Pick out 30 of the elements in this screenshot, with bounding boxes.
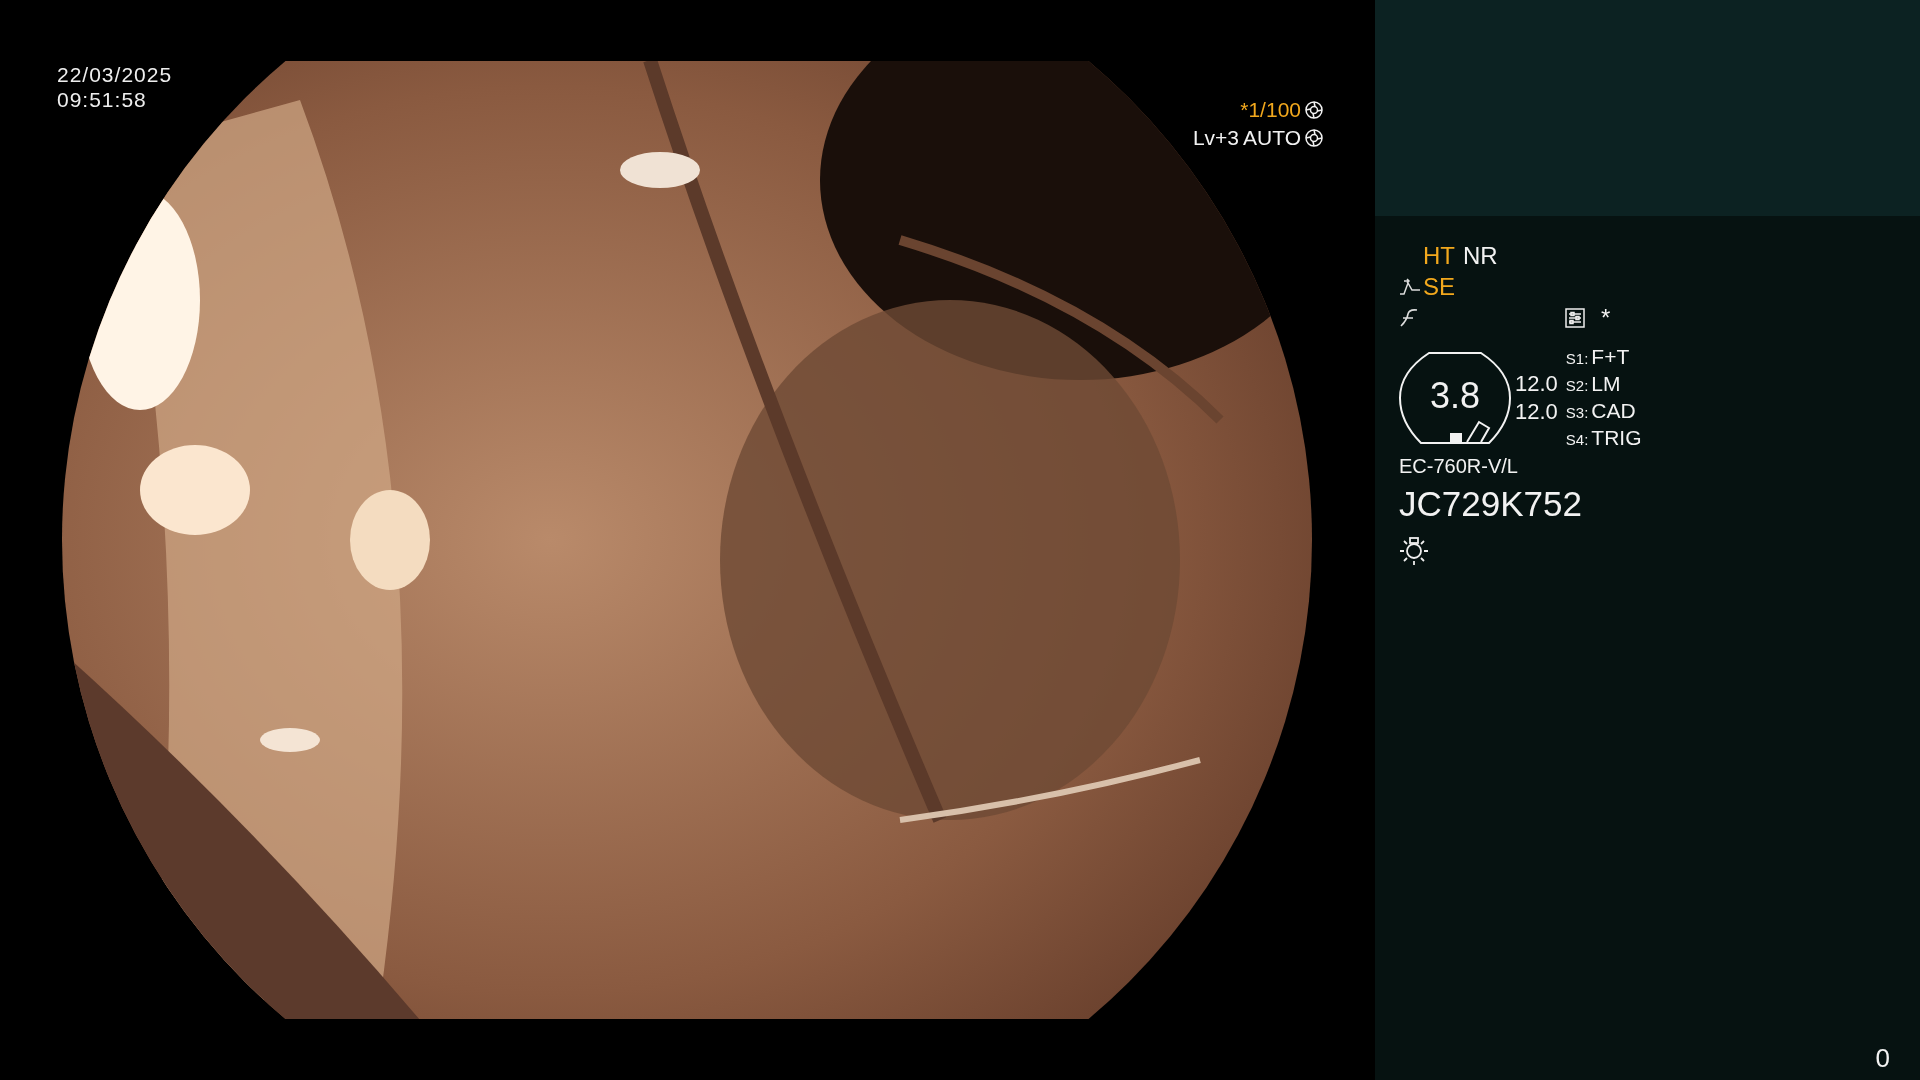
mode-label: NR: [1463, 241, 1498, 270]
filter-icon: [1399, 307, 1419, 328]
switch-value: TRIG: [1591, 426, 1642, 450]
shutter-icon: [1305, 101, 1323, 119]
time-text: 09:51:58: [57, 87, 148, 112]
switch-value: LM: [1591, 372, 1621, 396]
oval-gauge-icon: [1399, 352, 1511, 444]
counter-text: 0: [1875, 1043, 1890, 1074]
model-text: EC-760R-V/L: [1399, 455, 1518, 478]
mode-label: HT: [1423, 241, 1455, 270]
scope-icon: [1399, 277, 1421, 296]
lamp-icon: [1399, 536, 1429, 566]
switch-key: S4:: [1565, 431, 1589, 448]
switch-key: S1:: [1565, 350, 1589, 367]
reading-text: 12.0: [1515, 399, 1558, 425]
asterisk-text: *: [1601, 303, 1611, 332]
settings-panel-icon: [1565, 307, 1585, 328]
switch-value: F+T: [1591, 345, 1630, 369]
mode-text: AUTO: [1243, 126, 1301, 150]
switch-key: S2:: [1565, 377, 1589, 394]
zoom-value: 3.8: [1429, 375, 1480, 417]
enhance-label: SE: [1423, 272, 1455, 301]
reading-text: 12.0: [1515, 371, 1558, 397]
level-text: Lv+3: [1192, 126, 1240, 150]
date-text: 22/03/2025: [57, 62, 173, 87]
switch-key: S3:: [1565, 404, 1589, 421]
serial-text: JC729K752: [1399, 484, 1582, 524]
shutter-text: *1/100: [1240, 98, 1301, 122]
switch-value: CAD: [1591, 399, 1636, 423]
aperture-icon: [1305, 129, 1323, 147]
